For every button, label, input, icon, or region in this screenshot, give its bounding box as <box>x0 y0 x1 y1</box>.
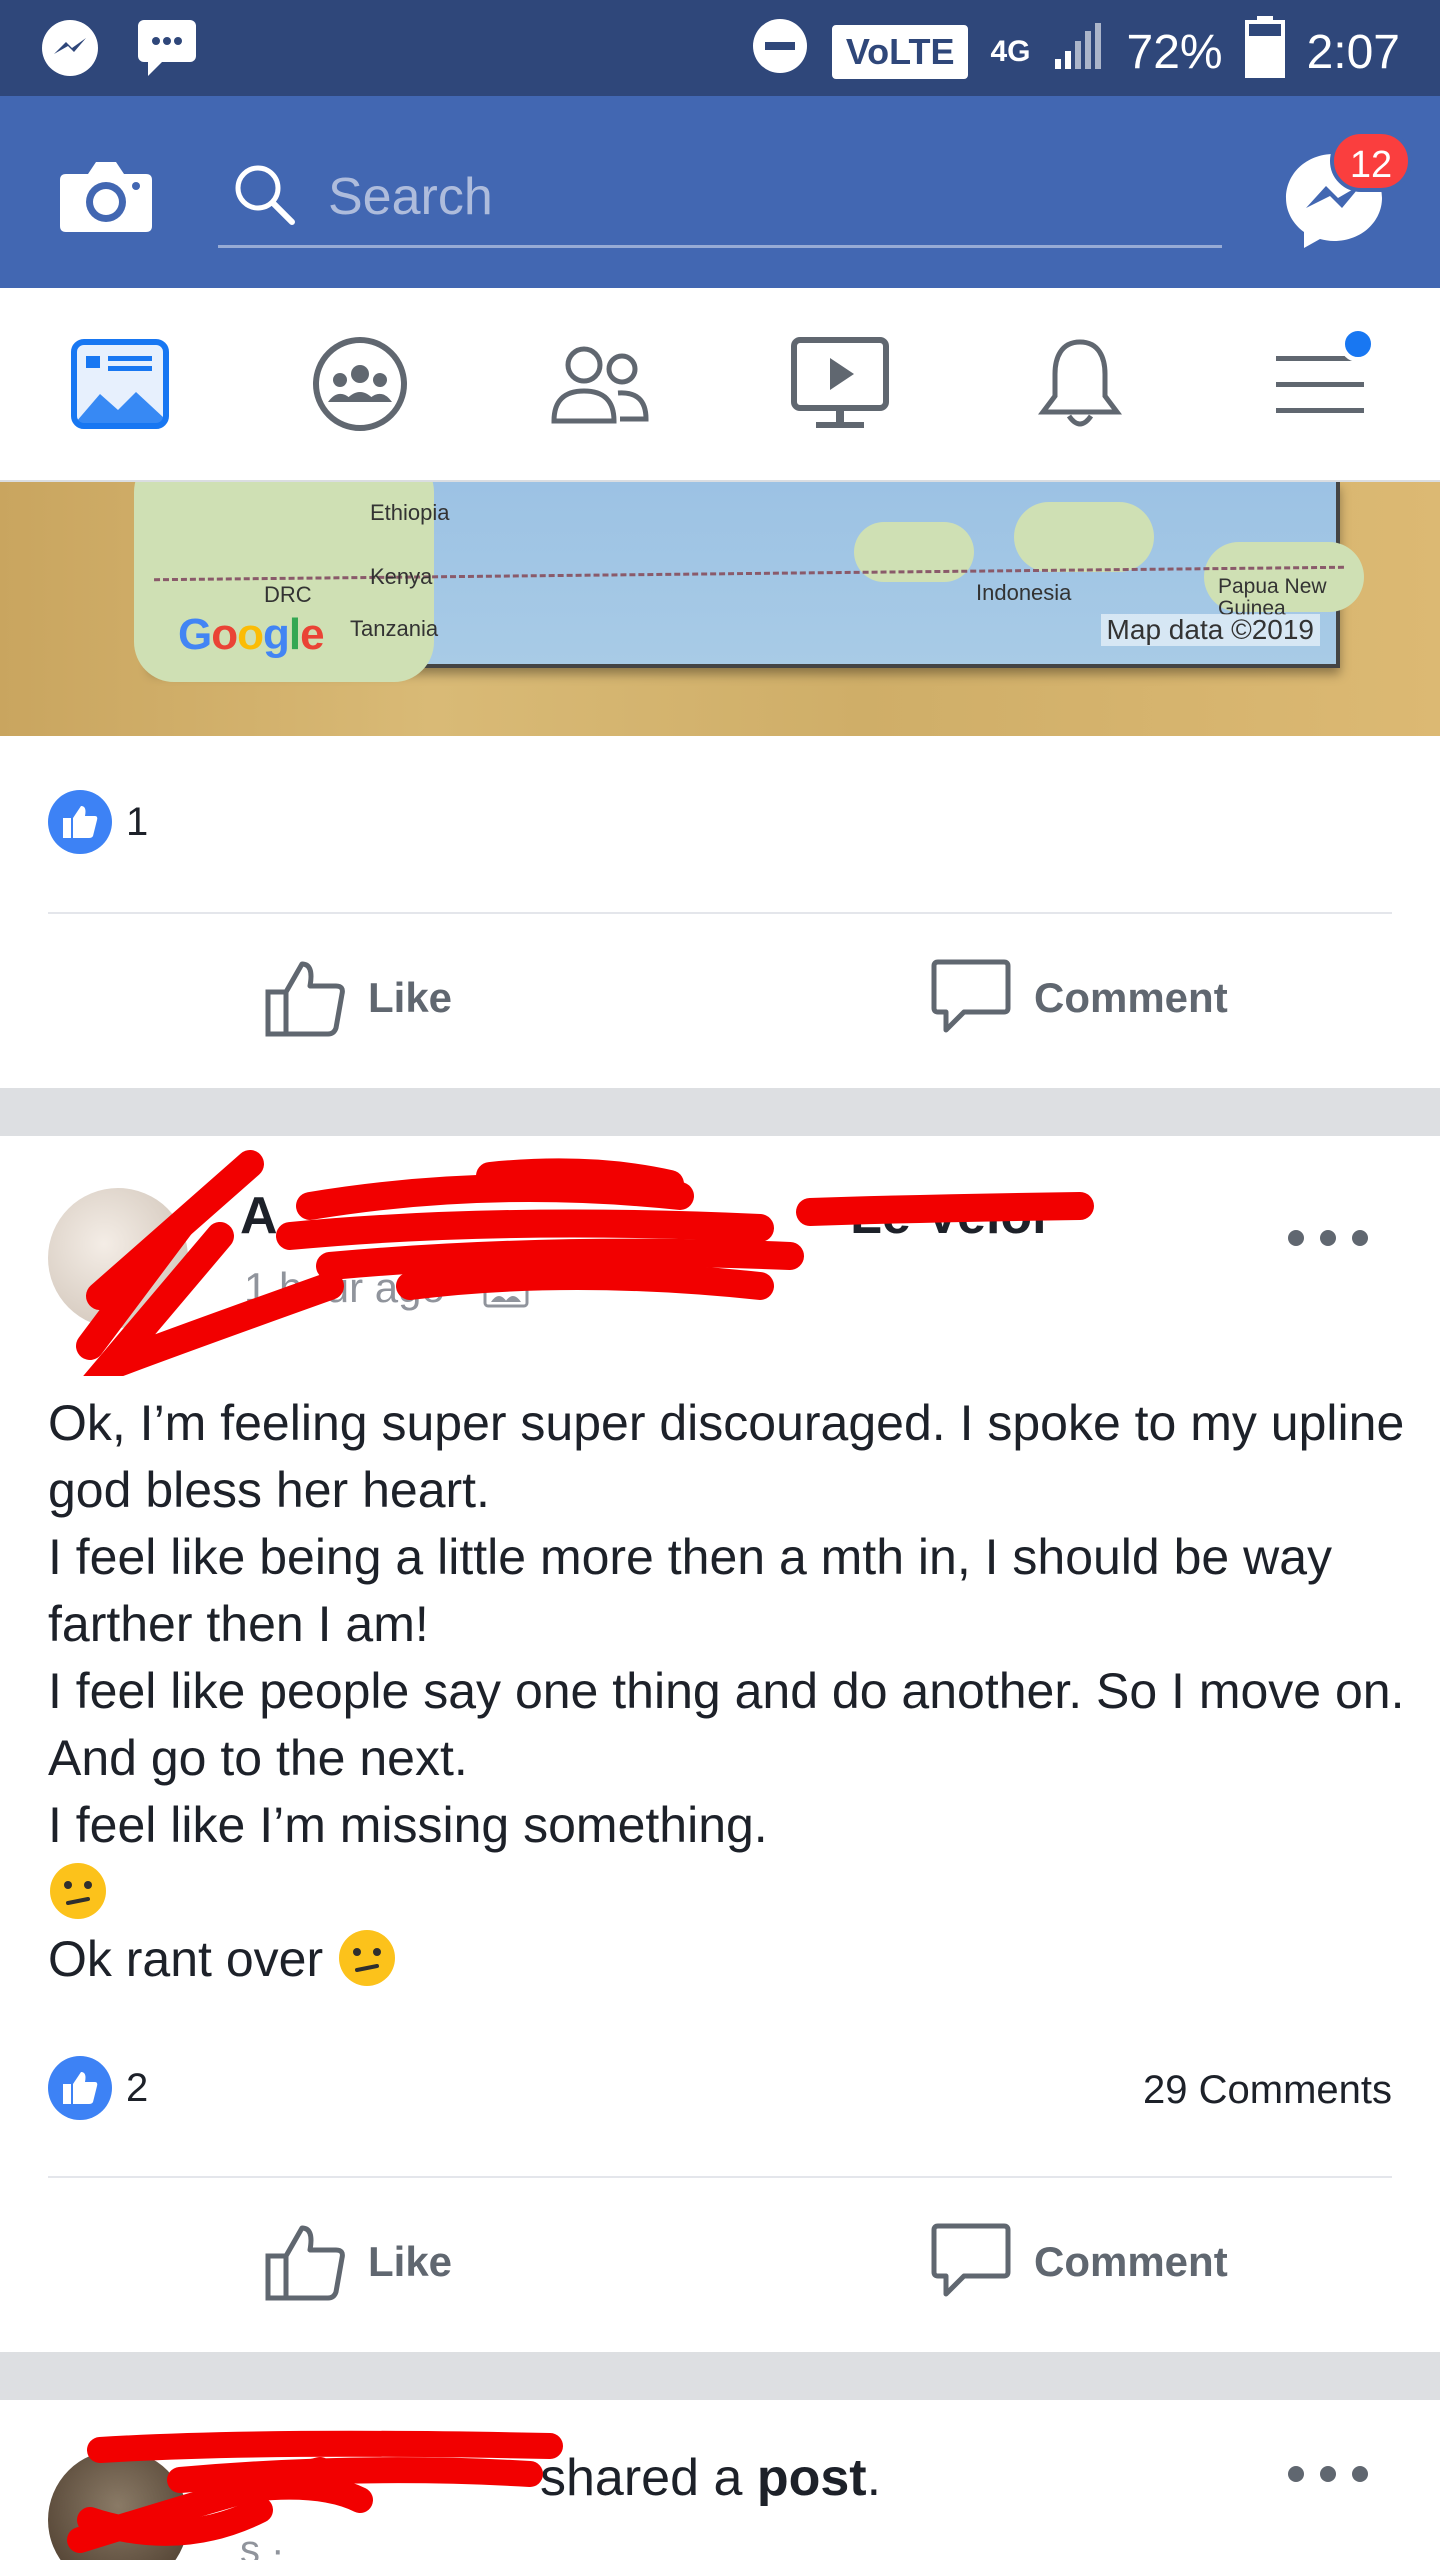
more-dot <box>1288 1230 1304 1246</box>
map-land-borneo <box>1014 502 1154 572</box>
post-options-button[interactable] <box>1288 1218 1368 1258</box>
status-system-icons: VoLTE 4G 72% 2:07 <box>750 14 1400 90</box>
more-dot <box>1352 1230 1368 1246</box>
more-dot <box>1288 2466 1304 2482</box>
friends-icon <box>551 346 649 424</box>
map-label-ethiopia: Ethiopia <box>370 500 450 525</box>
menu-notification-dot <box>1340 326 1376 362</box>
divider <box>48 912 1392 914</box>
feed-post-3: shared a post. s · <box>0 2400 1440 2560</box>
map-label-indonesia: Indonesia <box>976 580 1072 605</box>
comment-button[interactable]: Comment <box>930 958 1228 1038</box>
post-body: Ok, I’m feeling super super discouraged.… <box>48 1390 1408 1993</box>
tab-friends[interactable] <box>540 328 660 440</box>
post-body-line: I feel like being a little more then a m… <box>48 1529 1333 1652</box>
post-body-line: I feel like people say one thing and do … <box>48 1663 1405 1786</box>
google-logo: Google <box>178 610 325 659</box>
comment-button-label: Comment <box>1034 2238 1228 2285</box>
comment-button[interactable]: Comment <box>930 2222 1228 2302</box>
comment-bubble-icon <box>931 959 1011 1033</box>
like-count: 2 <box>126 2065 149 2110</box>
confused-emoji-line <box>48 1859 1408 1926</box>
thumbs-up-icon <box>265 2225 345 2301</box>
tab-news-feed[interactable] <box>60 328 180 440</box>
map-image: Ethiopia Kenya DRC Tanzania Indonesia Pa… <box>134 482 1364 682</box>
battery-percent: 72% <box>1126 25 1223 79</box>
thumbs-up-icon <box>265 961 345 1037</box>
confused-face-emoji-icon <box>50 1863 106 1919</box>
map-label-drc: DRC <box>264 582 312 607</box>
reaction-summary[interactable]: 1 <box>48 790 148 854</box>
volte-indicator: VoLTE <box>831 25 969 79</box>
watch-video-icon <box>791 337 889 428</box>
messenger-notification-icon <box>40 18 100 83</box>
post-body-line-last: Ok rant over <box>48 1926 1408 1993</box>
redaction-scribble <box>67 2430 563 2553</box>
map-attachment[interactable]: Ethiopia Kenya DRC Tanzania Indonesia Pa… <box>0 482 1440 736</box>
status-notification-icons <box>40 18 198 83</box>
reaction-summary[interactable]: 2 <box>48 2056 148 2120</box>
feed-post-2: A Le Velor 1 hour ago · Ok, I’m feeling … <box>0 1136 1440 2352</box>
network-type-indicator: 4G <box>990 35 1031 68</box>
navigation-tab-bar <box>0 288 1440 482</box>
search-input[interactable] <box>328 162 1188 232</box>
more-dot <box>1320 1230 1336 1246</box>
like-button[interactable]: Like <box>264 958 452 1038</box>
post-options-button[interactable] <box>1288 2454 1368 2494</box>
feed-post-1: Ethiopia Kenya DRC Tanzania Indonesia Pa… <box>0 482 1440 1088</box>
comment-bubble-icon <box>931 2223 1011 2297</box>
camera-icon <box>60 162 152 232</box>
like-button[interactable]: Like <box>264 2222 452 2302</box>
like-button-label: Like <box>368 2238 453 2285</box>
bell-icon <box>1038 339 1122 427</box>
more-dot <box>1320 2466 1336 2482</box>
post-body-line: I feel like I’m missing something. <box>48 1797 768 1853</box>
search-bar[interactable] <box>218 142 1222 248</box>
map-label-tanzania: Tanzania <box>350 616 439 641</box>
do-not-disturb-icon <box>750 16 810 88</box>
like-button-label: Like <box>368 974 453 1021</box>
comments-count[interactable]: 29 Comments <box>1143 2068 1392 2113</box>
tab-notifications[interactable] <box>1020 328 1140 440</box>
tab-watch[interactable] <box>780 328 900 440</box>
confused-face-emoji-icon <box>339 1930 396 1986</box>
signal-icon <box>1053 21 1105 83</box>
map-attribution: Map data ©2019 <box>1100 614 1320 646</box>
camera-button[interactable] <box>58 154 154 234</box>
like-reaction-icon <box>48 790 112 854</box>
redaction-scribble <box>76 1150 1094 1376</box>
status-bar: VoLTE 4G 72% 2:07 <box>0 0 1440 96</box>
comment-button-label: Comment <box>1034 974 1228 1021</box>
post-body-line: Ok, I’m feeling super super discouraged.… <box>48 1395 1405 1518</box>
post-body-line: Ok rant over <box>48 1931 324 1987</box>
search-icon <box>235 165 295 225</box>
map-label-kenya: Kenya <box>370 564 433 589</box>
facebook-app-bar: 12 <box>0 96 1440 288</box>
clock: 2:07 <box>1306 25 1400 79</box>
like-reaction-icon <box>48 2056 112 2120</box>
shared-period: . <box>866 2449 882 2507</box>
more-dot <box>1352 2466 1368 2482</box>
news-feed-icon <box>71 339 169 429</box>
messenger-unread-badge: 12 <box>1330 130 1412 192</box>
shared-post-link[interactable]: post <box>757 2449 867 2507</box>
battery-icon <box>1244 14 1285 90</box>
divider <box>48 2176 1392 2178</box>
tab-groups[interactable] <box>300 328 420 440</box>
like-count: 1 <box>126 799 149 844</box>
chat-notification-icon <box>136 18 198 83</box>
groups-icon <box>313 337 407 431</box>
